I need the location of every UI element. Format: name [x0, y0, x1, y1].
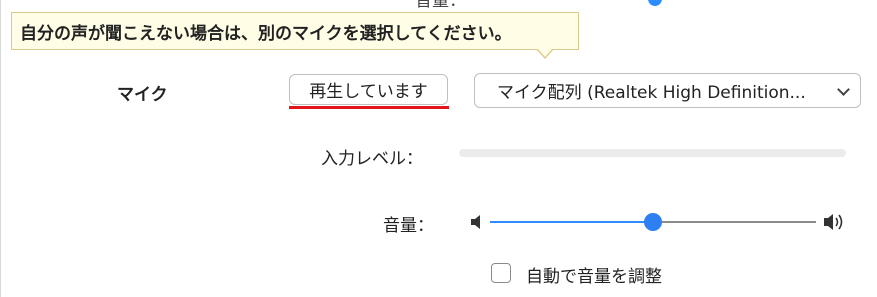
volume-slider-fill	[490, 221, 653, 223]
microphone-select-value: マイク配列 (Realtek High Definition...	[497, 83, 806, 103]
volume-slider-thumb[interactable]	[644, 213, 662, 231]
mic-hint-tooltip: 自分の声が聞こえない場合は、別のマイクを選択してください。	[11, 12, 579, 50]
input-level-label: 入力レベル：	[321, 149, 423, 169]
panel-left-border	[0, 0, 1, 297]
volume-label: 音量：	[383, 216, 434, 236]
cropped-previous-row: 音量：	[0, 0, 877, 10]
volume-slider[interactable]	[490, 213, 816, 231]
tooltip-arrow-fill	[537, 48, 553, 57]
speaker-high-icon	[824, 214, 843, 230]
highlight-underline	[289, 106, 449, 109]
test-mic-button-label: 再生しています	[309, 82, 428, 102]
tooltip-text: 自分の声が聞こえない場合は、別のマイクを選択してください。	[20, 23, 512, 44]
cropped-slider-thumb	[648, 0, 662, 6]
microphone-select[interactable]: マイク配列 (Realtek High Definition...	[474, 73, 861, 108]
cropped-row-text: 音量：	[415, 0, 466, 10]
test-mic-button[interactable]: 再生しています	[289, 74, 448, 105]
speaker-low-icon	[471, 215, 480, 229]
auto-adjust-volume-label[interactable]: 自動で音量を調整	[526, 262, 662, 287]
input-level-meter	[459, 149, 846, 157]
microphone-label: マイク	[117, 85, 168, 105]
auto-adjust-volume-checkbox[interactable]	[491, 263, 511, 283]
